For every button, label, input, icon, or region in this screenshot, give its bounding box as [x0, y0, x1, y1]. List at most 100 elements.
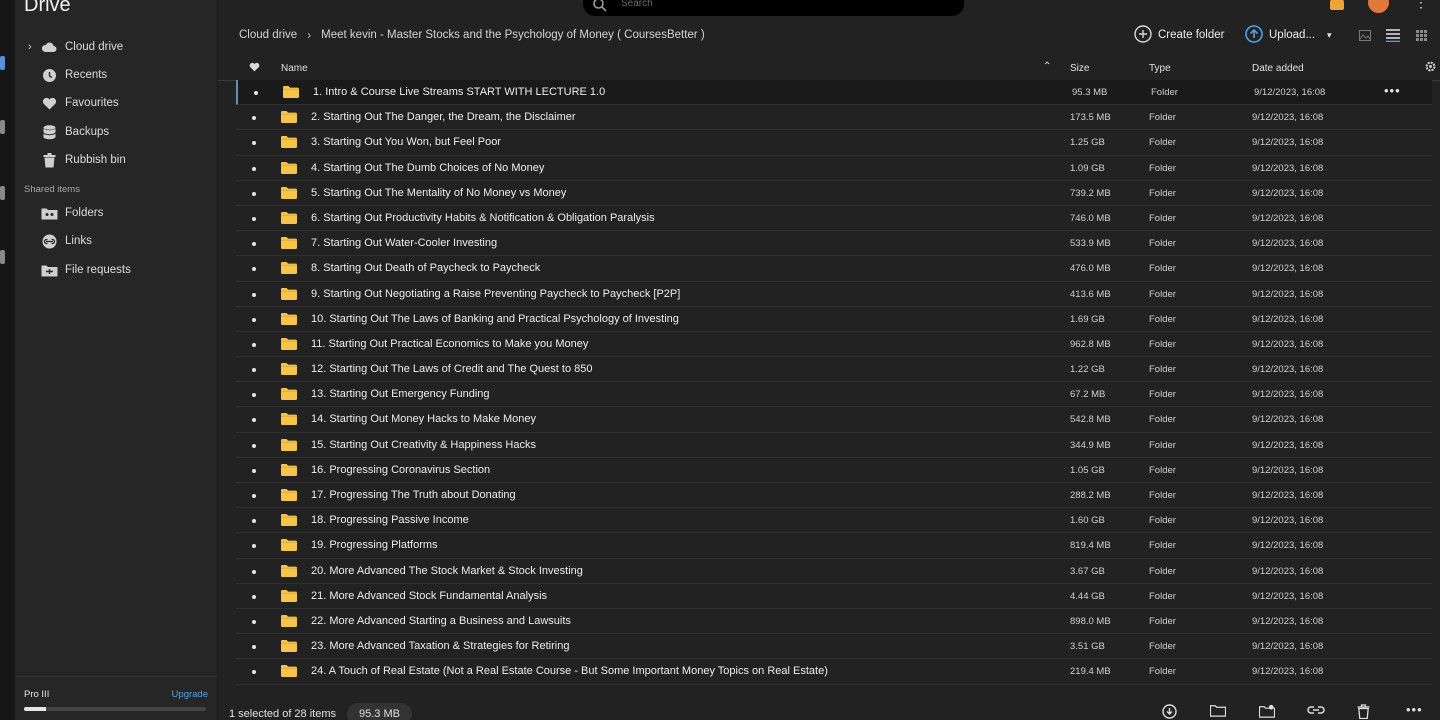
avatar[interactable] — [1368, 0, 1389, 13]
file-name: 15. Starting Out Creativity & Happiness … — [311, 438, 536, 451]
table-row[interactable]: 20. More Advanced The Stock Market & Sto… — [236, 559, 1432, 584]
table-row[interactable]: 19. Progressing Platforms 819.4 MB Folder 9… — [236, 533, 1432, 559]
file-name: 8. Starting Out Death of Paycheck to Pay… — [311, 262, 541, 275]
table-row[interactable]: 14. Starting Out Money Hacks to Make Mon… — [236, 407, 1432, 433]
table-row[interactable]: 15. Starting Out Creativity & Happiness … — [236, 433, 1432, 458]
file-size: 219.4 MB — [1070, 666, 1111, 678]
move-to-folder-icon[interactable] — [1209, 704, 1227, 720]
file-type: Folder — [1149, 313, 1176, 325]
favourite-toggle[interactable] — [252, 494, 256, 498]
drive-rail-icon[interactable] — [0, 56, 5, 70]
table-row[interactable]: 8. Starting Out Death of Paycheck to Pay… — [236, 256, 1432, 282]
favourite-toggle[interactable] — [254, 91, 258, 95]
favourite-toggle[interactable] — [252, 216, 256, 221]
favourite-column-heart-icon[interactable] — [249, 62, 260, 75]
favourite-toggle[interactable] — [252, 619, 256, 624]
column-header-size[interactable]: Size — [1070, 63, 1089, 74]
more-vertical-icon[interactable]: ⋮ — [1414, 0, 1428, 11]
column-header-name[interactable]: Name — [281, 63, 308, 74]
table-row[interactable]: 21. More Advanced Stock Fundamental Anal… — [236, 584, 1432, 609]
favourite-toggle[interactable] — [252, 443, 256, 448]
download-icon[interactable] — [1162, 704, 1177, 720]
table-row[interactable]: 4. Starting Out The Dumb Choices of No M… — [236, 156, 1432, 181]
table-row[interactable]: 2. Starting Out The Danger, the Dream, t… — [236, 105, 1432, 131]
favourite-toggle[interactable] — [252, 418, 256, 423]
sort-ascending-icon[interactable]: ⌃ — [1043, 61, 1051, 72]
file-name: 13. Starting Out Emergency Funding — [311, 388, 490, 401]
table-row[interactable]: 17. Progressing The Truth about Donating… — [236, 483, 1432, 509]
table-row[interactable]: 9. Starting Out Negotiating a Raise Prev… — [236, 282, 1432, 307]
file-type: Folder — [1149, 590, 1176, 602]
favourite-toggle[interactable] — [252, 166, 256, 171]
favourite-toggle[interactable] — [252, 342, 256, 347]
favourite-toggle[interactable] — [252, 670, 256, 675]
table-row[interactable]: 18. Progressing Passive Income 1.60 GB Fol… — [236, 508, 1432, 534]
upgrade-link[interactable]: Upgrade — [172, 689, 208, 700]
sidebar-item-shared-folders[interactable]: Folders — [16, 201, 218, 225]
table-row[interactable]: 5. Starting Out The Mentality of No Mone… — [236, 181, 1432, 206]
column-settings-gear-icon[interactable] — [1424, 60, 1437, 76]
more-horizontal-icon[interactable]: ••• — [1406, 702, 1423, 717]
favourite-toggle[interactable] — [252, 645, 256, 650]
table-row[interactable]: 11. Starting Out Practical Economics to … — [236, 332, 1432, 358]
favourite-toggle[interactable] — [252, 569, 256, 574]
upload-button[interactable]: Upload... ▾ — [1245, 24, 1332, 45]
table-row[interactable]: 13. Starting Out Emergency Funding 67.2 M… — [236, 382, 1432, 408]
column-header-date[interactable]: Date added — [1252, 63, 1304, 74]
favourite-toggle[interactable] — [252, 368, 256, 373]
file-type: Folder — [1151, 87, 1178, 98]
thumbnail-view-icon[interactable] — [1359, 28, 1371, 46]
meetings-rail-icon[interactable] — [0, 186, 5, 200]
delete-trash-icon[interactable] — [1357, 704, 1370, 720]
favourite-toggle[interactable] — [252, 544, 256, 549]
favourite-toggle[interactable] — [252, 317, 256, 322]
sidebar-item-recents[interactable]: Recents — [16, 63, 218, 87]
chat-rail-icon[interactable] — [0, 120, 5, 134]
table-row[interactable]: 10. Starting Out The Laws of Banking and… — [236, 307, 1432, 332]
notification-bell-icon[interactable] — [1330, 0, 1344, 10]
table-row[interactable]: 12. Starting Out The Laws of Credit and … — [236, 357, 1432, 383]
create-folder-button[interactable]: Create folder — [1134, 24, 1225, 45]
sidebar-item-backups[interactable]: Backups — [16, 120, 218, 144]
file-name: 10. Starting Out The Laws of Banking and… — [311, 312, 679, 325]
favourite-toggle[interactable] — [252, 191, 256, 196]
table-row[interactable]: 6. Starting Out Productivity Habits & No… — [236, 206, 1432, 232]
table-row[interactable]: 3. Starting Out You Won, but Feel Poor 1.… — [236, 130, 1432, 156]
table-row[interactable]: 1. Intro & Course Live Streams START WIT… — [236, 80, 1432, 106]
sidebar-item-file-requests[interactable]: File requests — [16, 258, 218, 282]
table-row[interactable]: 16. Progressing Coronavirus Section 1.05 … — [236, 458, 1432, 483]
table-row[interactable]: 7. Starting Out Water-Cooler Investing 53… — [236, 231, 1432, 257]
table-row[interactable]: 24. A Touch of Real Estate (Not a Real E… — [236, 659, 1432, 685]
row-more-options-icon[interactable]: ••• — [1384, 83, 1401, 98]
favourite-toggle[interactable] — [252, 141, 256, 146]
grid-view-icon[interactable] — [1416, 28, 1427, 46]
file-size: 173.5 MB — [1070, 112, 1111, 124]
favourite-toggle[interactable] — [252, 468, 256, 473]
breadcrumb-root[interactable]: Cloud drive — [239, 29, 297, 41]
list-view-icon[interactable] — [1386, 28, 1400, 47]
sidebar-item-links[interactable]: Links — [16, 229, 218, 253]
sidebar-item-favourites[interactable]: Favourites — [16, 91, 218, 115]
search-input[interactable]: Search — [583, 0, 964, 16]
file-size: 1.60 GB — [1070, 515, 1105, 527]
share-link-icon[interactable] — [1307, 704, 1325, 719]
create-folder-label: Create folder — [1158, 29, 1225, 41]
column-header-type[interactable]: Type — [1149, 63, 1171, 74]
backup-rail-icon[interactable] — [0, 250, 5, 264]
table-row[interactable]: 22. More Advanced Starting a Business an… — [236, 609, 1432, 635]
favourite-toggle[interactable] — [252, 292, 256, 297]
folder-icon — [281, 665, 297, 678]
search-icon — [593, 0, 607, 17]
favourite-toggle[interactable] — [252, 242, 256, 247]
favourite-toggle[interactable] — [252, 267, 256, 272]
favourite-toggle[interactable] — [252, 116, 256, 121]
chevron-right-icon[interactable]: › — [28, 41, 32, 53]
sidebar-item-rubbish-bin[interactable]: Rubbish bin — [16, 148, 218, 172]
sidebar-item-cloud-drive[interactable]: › Cloud drive — [16, 35, 218, 59]
favourite-toggle[interactable] — [252, 594, 256, 599]
table-row[interactable]: 23. More Advanced Taxation & Strategies … — [236, 634, 1432, 660]
favourite-toggle[interactable] — [252, 393, 256, 398]
share-folder-icon[interactable] — [1258, 704, 1276, 720]
favourite-toggle[interactable] — [252, 519, 256, 524]
storage-usage-bar — [24, 707, 206, 711]
